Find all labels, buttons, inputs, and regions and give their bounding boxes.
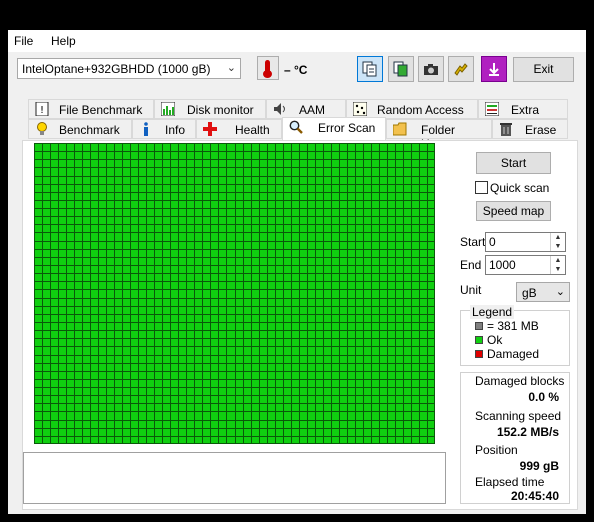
tab-file-benchmark[interactable]: ! File Benchmark: [28, 99, 154, 119]
tab-random-access[interactable]: Random Access: [346, 99, 478, 119]
tab-erase[interactable]: Erase: [492, 119, 568, 139]
unit-select-value: gB: [522, 286, 537, 300]
unit-select[interactable]: gB ⌄: [516, 282, 570, 302]
tab-benchmark[interactable]: Benchmark: [28, 119, 132, 139]
health-cross-icon: [203, 122, 217, 136]
tab-folder-usage[interactable]: Folder Usage: [386, 119, 492, 151]
menu-file[interactable]: File: [14, 34, 33, 48]
chevron-down-icon: ⌄: [555, 286, 565, 298]
position-label: Position: [475, 443, 518, 457]
drive-select[interactable]: IntelOptane+932GBHDD (1000 gB) ⌄: [17, 58, 241, 79]
disk-monitor-icon: [161, 102, 175, 116]
chevron-down-icon: ⌄: [226, 62, 236, 74]
copy-image-icon[interactable]: [388, 56, 414, 82]
tab-label: Health: [235, 123, 270, 137]
end-input[interactable]: 1000 ▲ ▼: [485, 255, 566, 275]
tab-label: Info: [165, 123, 186, 137]
tab-label: AAM: [299, 103, 326, 117]
tab-health[interactable]: Health: [196, 119, 282, 139]
tab-label: Benchmark: [59, 123, 120, 137]
tab-extra-tests[interactable]: Extra tests: [478, 99, 568, 131]
damaged-blocks-value: 0.0 %: [528, 390, 559, 404]
unit-label: Unit: [460, 283, 482, 297]
scanning-speed-value: 152.2 MB/s: [496, 425, 559, 439]
magnifier-icon: [289, 120, 303, 134]
tab-label: Erase: [525, 123, 557, 137]
legend-block-size: = 381 MB: [487, 319, 539, 333]
extra-tests-icon: [485, 102, 499, 116]
elapsed-time-label: Elapsed time: [475, 475, 545, 489]
start-scan-button[interactable]: Start: [476, 152, 551, 174]
copy-text-icon[interactable]: [357, 56, 383, 82]
drive-select-value: IntelOptane+932GBHDD (1000 gB): [22, 62, 211, 76]
end-label: End: [460, 258, 482, 272]
damaged-swatch: [475, 350, 483, 358]
menu-help[interactable]: Help: [51, 34, 76, 48]
menu-bar: File Help: [8, 30, 586, 52]
spin-arrows-icon[interactable]: ▲ ▼: [550, 256, 565, 274]
ok-swatch: [475, 336, 483, 344]
block-map-fill: [34, 143, 435, 444]
speaker-icon: [274, 103, 285, 115]
position-value: 999 gB: [519, 459, 559, 473]
quick-scan-label: Quick scan: [490, 181, 550, 195]
tab-label: Error Scan: [318, 121, 376, 135]
block-map: [34, 143, 435, 444]
tab-error-scan[interactable]: Error Scan: [282, 117, 386, 140]
speed-map-button[interactable]: Speed map: [476, 201, 551, 221]
exit-button[interactable]: Exit: [513, 57, 574, 82]
quick-scan-checkbox[interactable]: [475, 181, 488, 194]
spin-arrows-icon[interactable]: ▲ ▼: [550, 233, 565, 251]
svg-text:!: !: [40, 105, 44, 116]
legend-damaged: Damaged: [487, 347, 540, 361]
info-icon: [144, 122, 148, 136]
tab-label: Disk monitor: [187, 103, 254, 117]
elapsed-time-value: 20:45:40: [510, 489, 559, 503]
scanning-speed-label: Scanning speed: [475, 409, 562, 423]
thermometer-icon[interactable]: [257, 56, 279, 80]
start-input[interactable]: 0 ▲ ▼: [485, 232, 566, 252]
end-input-value: 1000: [489, 258, 516, 272]
tab-label: File Benchmark: [59, 103, 143, 117]
block-size-swatch: [475, 322, 483, 330]
start-input-value: 0: [489, 235, 496, 249]
camera-icon[interactable]: [418, 56, 444, 82]
damaged-blocks-label: Damaged blocks: [475, 374, 565, 388]
legend-title: Legend: [470, 305, 515, 319]
temperature-readout: – °C: [284, 63, 308, 77]
folder-icon: [393, 122, 407, 136]
tab-aam[interactable]: AAM: [266, 99, 346, 119]
block-map-grid: [34, 143, 435, 444]
tab-info[interactable]: Info: [132, 119, 196, 139]
start-label: Start: [460, 235, 486, 249]
tab-disk-monitor[interactable]: Disk monitor: [154, 99, 266, 119]
stats-box: Damaged blocks 0.0 % Scanning speed 152.…: [460, 372, 570, 504]
benchmark-icon: [37, 122, 47, 135]
tab-label: Random Access: [377, 103, 464, 117]
app-window: File Help IntelOptane+932GBHDD (1000 gB)…: [8, 30, 586, 514]
legend-box: Legend = 381 MB Ok Damaged: [460, 305, 570, 366]
options-icon[interactable]: [448, 56, 474, 82]
file-benchmark-icon: !: [35, 102, 49, 116]
trash-icon: [500, 123, 512, 136]
legend-ok: Ok: [487, 333, 503, 347]
scan-log[interactable]: [23, 452, 446, 504]
random-access-icon: [353, 102, 367, 116]
save-down-icon[interactable]: [481, 56, 507, 82]
